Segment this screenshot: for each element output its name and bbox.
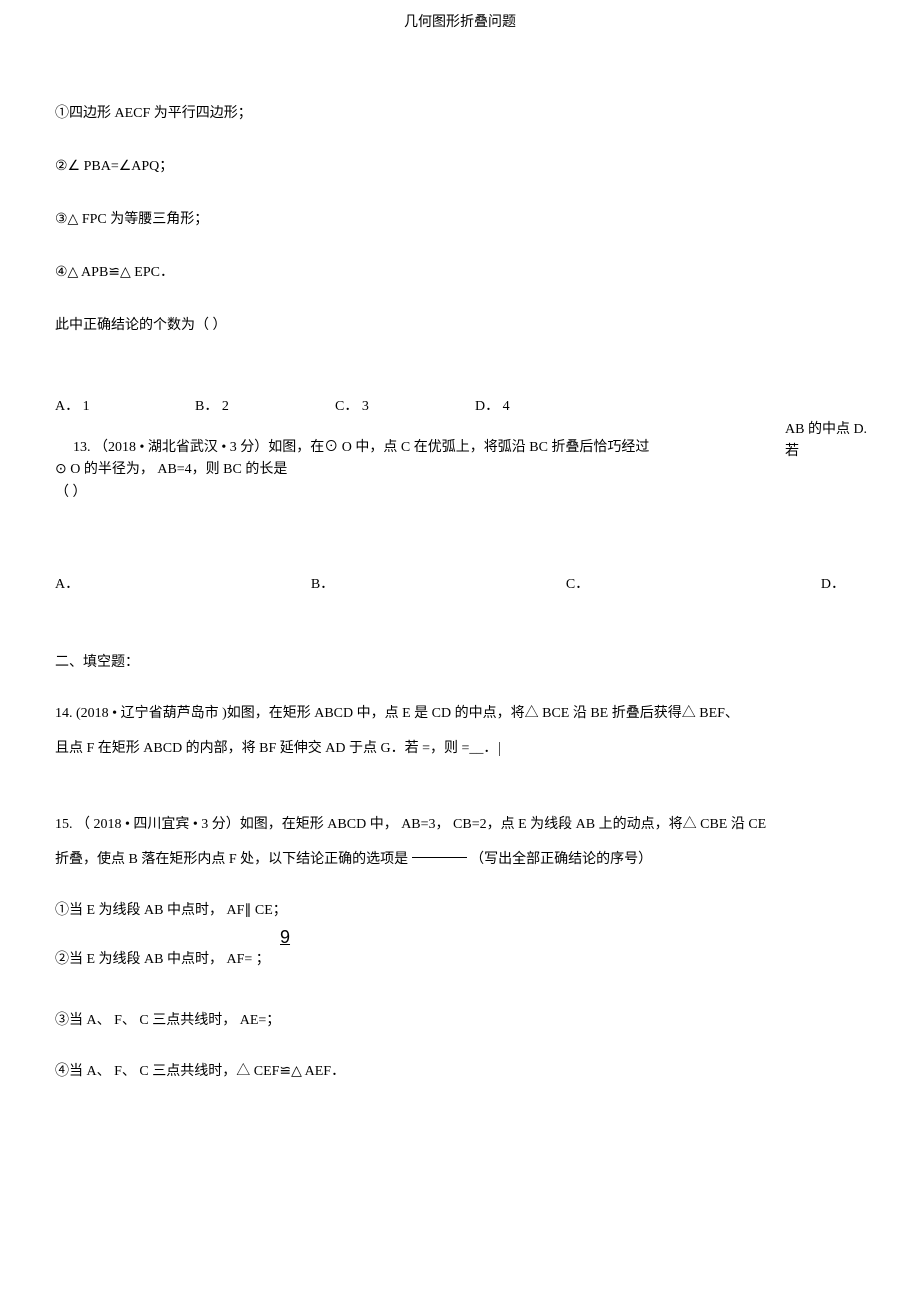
- q13-option-a: A．: [55, 574, 79, 596]
- q15-line2b: （写出全部正确结论的序号）: [470, 852, 652, 867]
- q15-option-2-text: ②当 E 为线段 AB 中点时， AF= ；: [55, 952, 270, 967]
- q13-line2: ⊙ O 的半径为， AB=4，则 BC 的长是: [55, 459, 865, 481]
- q14-line2-text: 且点 F 在矩形 ABCD 的内部，将 BF 延伸交 AD 于点 G．若 =，则…: [55, 741, 497, 756]
- q13-option-b: B．: [311, 574, 334, 596]
- q15-option-3: ③当 A、 F、 C 三点共线时， AE=；: [55, 1010, 865, 1031]
- q13-line1: 13. （2018 • 湖北省武汉 • 3 分）如图，在⊙ O 中，点 C 在优…: [55, 437, 865, 459]
- fraction-numerator-9: 9: [280, 924, 290, 951]
- option-d: D． 4: [475, 396, 615, 417]
- q15-line1: 15. （ 2018 • 四川宜宾 • 3 分）如图，在矩形 ABCD 中， A…: [55, 814, 865, 835]
- conclusion-2: ②∠ PBA=∠APQ；: [55, 156, 865, 177]
- q15-option-4: ④当 A、 F、 C 三点共线时，△ CEF≌△ AEF．: [55, 1061, 865, 1082]
- q13-right-line1: AB 的中点 D.: [785, 419, 905, 441]
- q13-right-fragment: AB 的中点 D. 若: [785, 419, 905, 464]
- page-title: 几何图形折叠问题: [55, 0, 865, 103]
- q14-line2: 且点 F 在矩形 ABCD 的内部，将 BF 延伸交 AD 于点 G．若 =，则…: [55, 738, 865, 759]
- q15-option-1: ①当 E 为线段 AB 中点时， AF∥ CE；: [55, 900, 865, 921]
- q13-option-c: C．: [566, 574, 589, 596]
- section-2-heading: 二、填空题：: [55, 652, 865, 673]
- option-b: B． 2: [195, 396, 335, 417]
- q13-line3: （ ）: [55, 482, 865, 504]
- conclusion-3: ③△ FPC 为等腰三角形；: [55, 209, 865, 230]
- conclusion-4: ④△ APB≌△ EPC．: [55, 262, 865, 283]
- q14-line1: 14. (2018 • 辽宁省葫芦岛市 )如图，在矩形 ABCD 中，点 E 是…: [55, 703, 865, 724]
- q15-option-2: 9 ②当 E 为线段 AB 中点时， AF= ；: [55, 949, 865, 970]
- question-prompt: 此中正确结论的个数为（ ）: [55, 315, 865, 336]
- q13-options: A． B． C． D．: [55, 574, 865, 596]
- option-c: C． 3: [335, 396, 475, 417]
- option-a: A． 1: [55, 396, 195, 417]
- conclusion-1: ①四边形 AECF 为平行四边形；: [55, 103, 865, 124]
- q13-right-line2: 若: [785, 441, 905, 463]
- question-15: 15. （ 2018 • 四川宜宾 • 3 分）如图，在矩形 ABCD 中， A…: [55, 814, 865, 1082]
- q13-option-d: D．: [821, 574, 845, 596]
- text-cursor-icon: [499, 742, 500, 756]
- q15-line2a: 折叠，使点 B 落在矩形内点 F 处，以下结论正确的选项是: [55, 852, 408, 867]
- q12-options: A． 1 B． 2 C． 3 D． 4: [55, 396, 865, 417]
- q15-line2: 折叠，使点 B 落在矩形内点 F 处，以下结论正确的选项是 （写出全部正确结论的…: [55, 849, 865, 870]
- question-13: AB 的中点 D. 若 13. （2018 • 湖北省武汉 • 3 分）如图，在…: [55, 437, 865, 597]
